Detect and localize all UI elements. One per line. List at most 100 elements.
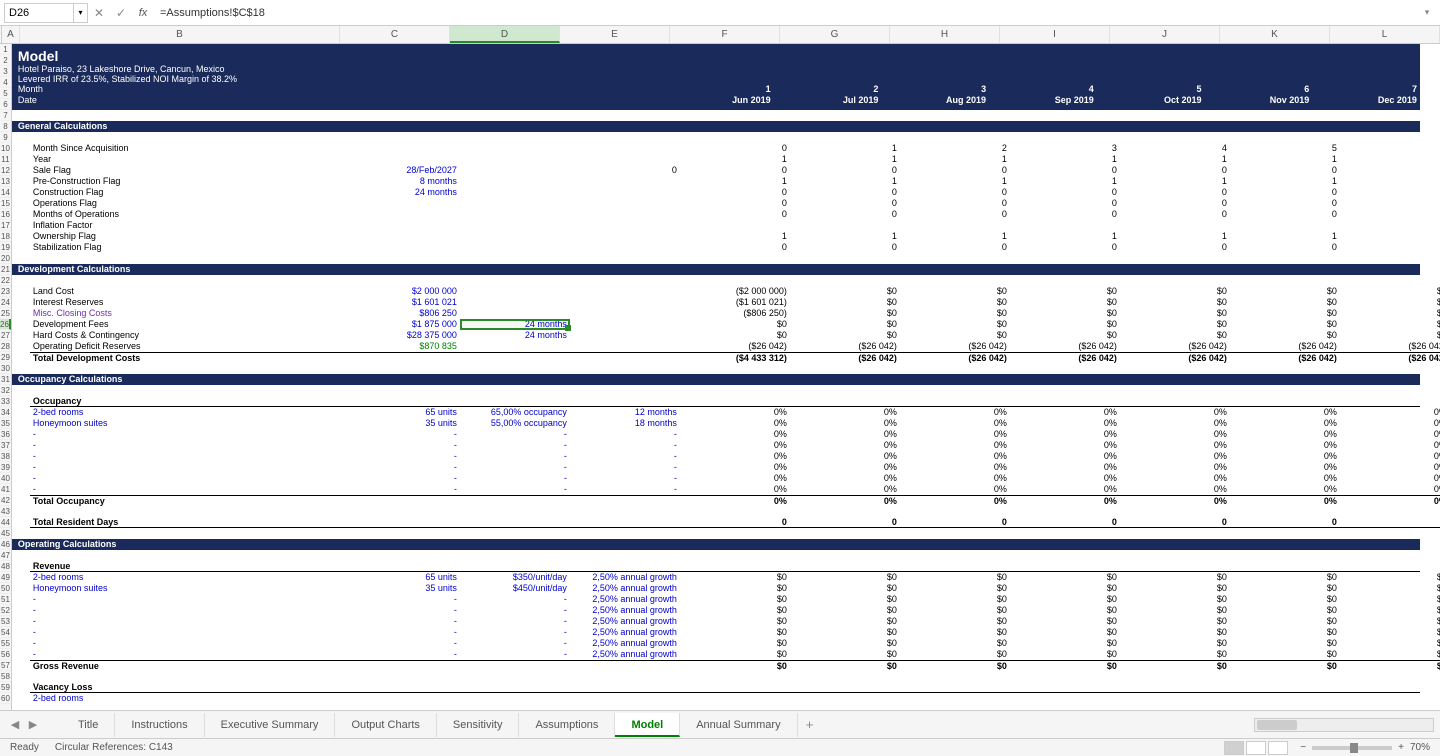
cell[interactable]: [460, 660, 570, 671]
cell[interactable]: 0%: [1120, 451, 1230, 462]
cell[interactable]: Year: [30, 154, 350, 165]
cell[interactable]: 0%: [1340, 473, 1440, 484]
cell[interactable]: [12, 583, 30, 594]
cell[interactable]: $0: [790, 286, 900, 297]
row-header-24[interactable]: 24: [0, 297, 11, 308]
row-header-42[interactable]: 42: [0, 495, 11, 506]
cell[interactable]: 0: [790, 209, 900, 220]
cell[interactable]: [12, 308, 30, 319]
cell[interactable]: [570, 341, 680, 352]
cell[interactable]: [570, 517, 680, 528]
row-header-31[interactable]: 31: [0, 374, 11, 385]
cell[interactable]: $0: [790, 627, 900, 638]
cell[interactable]: 0: [1010, 187, 1120, 198]
cell[interactable]: $0: [1340, 583, 1440, 594]
cell[interactable]: -: [570, 484, 680, 495]
row-header-32[interactable]: 32: [0, 385, 11, 396]
name-box-dropdown[interactable]: ▾: [74, 3, 88, 23]
cell[interactable]: ($1 601 021): [680, 297, 790, 308]
row-header-25[interactable]: 25: [0, 308, 11, 319]
cell[interactable]: [570, 187, 680, 198]
cell[interactable]: -: [30, 451, 350, 462]
cell[interactable]: 0%: [680, 429, 790, 440]
cell[interactable]: -: [570, 429, 680, 440]
cell[interactable]: $0: [1230, 572, 1340, 583]
column-header-B[interactable]: B: [20, 26, 340, 43]
cell[interactable]: $0: [1120, 649, 1230, 660]
cell[interactable]: 0: [1230, 209, 1340, 220]
cell[interactable]: 2,50% annual growth: [570, 638, 680, 649]
cell[interactable]: $0: [790, 330, 900, 341]
cell[interactable]: Honeymoon suites: [30, 418, 350, 429]
cell[interactable]: 0%: [1230, 462, 1340, 473]
cell[interactable]: $0: [1230, 627, 1340, 638]
cell[interactable]: [460, 308, 570, 319]
cell[interactable]: -: [30, 429, 350, 440]
cell[interactable]: 0%: [790, 407, 900, 418]
cell[interactable]: [570, 198, 680, 209]
cell[interactable]: 1: [1340, 176, 1440, 187]
cell[interactable]: 0%: [790, 495, 900, 506]
cell[interactable]: 0%: [1010, 473, 1120, 484]
row-header-34[interactable]: 34: [0, 407, 11, 418]
cell[interactable]: [12, 594, 30, 605]
cell[interactable]: Operating Calculations: [12, 539, 1420, 550]
cell[interactable]: 0: [1230, 242, 1340, 253]
cell[interactable]: $0: [900, 627, 1010, 638]
cell[interactable]: $0: [1230, 319, 1340, 330]
cell[interactable]: $0: [1120, 660, 1230, 671]
cell[interactable]: -: [460, 638, 570, 649]
cell[interactable]: 0: [1120, 209, 1230, 220]
cell[interactable]: 0: [680, 187, 790, 198]
cell[interactable]: -: [350, 638, 460, 649]
cell[interactable]: -: [30, 440, 350, 451]
cell[interactable]: [12, 627, 30, 638]
cell[interactable]: -: [350, 594, 460, 605]
cell[interactable]: -: [460, 616, 570, 627]
cancel-icon[interactable]: ✕: [88, 3, 110, 23]
cell[interactable]: -: [460, 594, 570, 605]
cell[interactable]: 0: [1120, 187, 1230, 198]
row-header-46[interactable]: 46: [0, 539, 11, 550]
cell[interactable]: $0: [1010, 649, 1120, 660]
cell[interactable]: -: [460, 440, 570, 451]
cell[interactable]: 2-bed rooms: [30, 572, 350, 583]
cell[interactable]: -: [350, 616, 460, 627]
cell[interactable]: [460, 154, 570, 165]
cell[interactable]: Development Calculations: [12, 264, 1420, 275]
cell[interactable]: 0%: [680, 484, 790, 495]
cell[interactable]: ($26 042): [900, 341, 1010, 352]
cell[interactable]: 24 months: [460, 330, 570, 341]
cell[interactable]: [12, 649, 30, 660]
cell[interactable]: [12, 407, 30, 418]
cell[interactable]: 65 units: [350, 572, 460, 583]
cell[interactable]: $0: [1120, 286, 1230, 297]
cell[interactable]: $0: [1230, 594, 1340, 605]
cell[interactable]: ($806 250): [680, 308, 790, 319]
cell[interactable]: [12, 561, 30, 572]
cell[interactable]: 2: [900, 143, 1010, 154]
row-header-15[interactable]: 15: [0, 198, 11, 209]
cell[interactable]: -: [460, 627, 570, 638]
cell[interactable]: 65 units: [350, 407, 460, 418]
cell[interactable]: $0: [1010, 616, 1120, 627]
cell[interactable]: $0: [680, 572, 790, 583]
cell[interactable]: 0: [790, 517, 900, 528]
cell[interactable]: $28 375 000: [350, 330, 460, 341]
cell[interactable]: $2 000 000: [350, 286, 460, 297]
cell[interactable]: [12, 682, 30, 693]
column-header-E[interactable]: E: [560, 26, 670, 43]
cell[interactable]: [680, 220, 790, 231]
cell[interactable]: 0: [900, 209, 1010, 220]
sheet-tab-output-charts[interactable]: Output Charts: [335, 713, 436, 737]
cell[interactable]: $0: [680, 627, 790, 638]
cell[interactable]: 0: [1010, 242, 1120, 253]
cell[interactable]: Revenue: [30, 561, 1420, 572]
cell[interactable]: 0%: [790, 484, 900, 495]
cell[interactable]: 0: [900, 242, 1010, 253]
cell[interactable]: [12, 176, 30, 187]
cell[interactable]: [12, 286, 30, 297]
cell[interactable]: [460, 220, 570, 231]
column-header-D[interactable]: D: [450, 26, 560, 43]
cell[interactable]: [570, 242, 680, 253]
